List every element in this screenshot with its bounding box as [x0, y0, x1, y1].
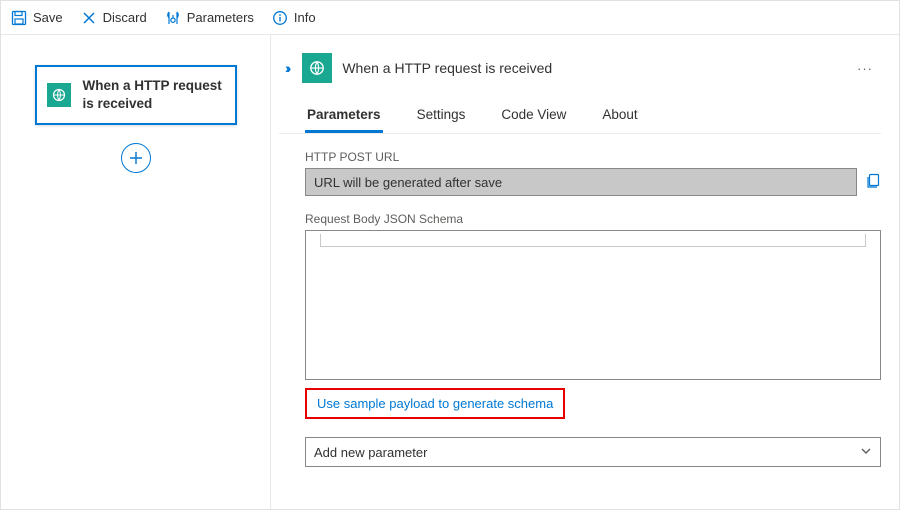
designer-canvas: When a HTTP request is received — [1, 35, 270, 509]
parameters-button[interactable]: Parameters — [165, 10, 254, 26]
details-title: When a HTTP request is received — [342, 60, 841, 76]
add-step-button[interactable] — [121, 143, 151, 173]
add-parameter-dropdown[interactable]: Add new parameter — [305, 437, 881, 467]
details-tabs: Parameters Settings Code View About — [279, 91, 881, 134]
command-bar: Save Discard Parameters Info — [1, 1, 899, 35]
http-post-url-field: URL will be generated after save — [305, 168, 857, 196]
parameters-icon — [165, 10, 181, 26]
copy-url-button[interactable] — [865, 173, 881, 192]
info-label: Info — [294, 10, 316, 25]
details-pane: ›› When a HTTP request is received ··· P… — [270, 35, 899, 509]
parameters-label: Parameters — [187, 10, 254, 25]
save-icon — [11, 10, 27, 26]
discard-label: Discard — [103, 10, 147, 25]
discard-button[interactable]: Discard — [81, 10, 147, 26]
save-button[interactable]: Save — [11, 10, 63, 26]
save-label: Save — [33, 10, 63, 25]
tab-about[interactable]: About — [600, 101, 639, 133]
trigger-card[interactable]: When a HTTP request is received — [35, 65, 237, 125]
overflow-menu-button[interactable]: ··· — [851, 61, 879, 76]
http-trigger-icon — [302, 53, 332, 83]
plus-icon — [129, 151, 143, 165]
tab-code-view[interactable]: Code View — [499, 101, 568, 133]
sample-payload-highlight: Use sample payload to generate schema — [305, 388, 565, 419]
tab-settings[interactable]: Settings — [415, 101, 468, 133]
add-parameter-label: Add new parameter — [314, 445, 427, 460]
parameters-panel: HTTP POST URL URL will be generated afte… — [279, 134, 885, 467]
chevron-down-icon — [860, 445, 872, 460]
workspace: When a HTTP request is received ›› When … — [1, 35, 899, 509]
http-trigger-icon — [47, 83, 71, 107]
trigger-card-label: When a HTTP request is received — [83, 77, 225, 113]
schema-label: Request Body JSON Schema — [305, 212, 881, 226]
details-header: ›› When a HTTP request is received ··· — [279, 49, 885, 91]
use-sample-payload-link[interactable]: Use sample payload to generate schema — [317, 396, 553, 411]
tab-parameters[interactable]: Parameters — [305, 101, 383, 133]
copy-icon — [865, 173, 881, 189]
http-post-url-value: URL will be generated after save — [314, 175, 502, 190]
info-icon — [272, 10, 288, 26]
http-post-url-label: HTTP POST URL — [305, 150, 881, 164]
info-button[interactable]: Info — [272, 10, 316, 26]
schema-textarea[interactable] — [305, 230, 881, 380]
discard-icon — [81, 10, 97, 26]
collapse-button[interactable]: ›› — [281, 58, 292, 78]
